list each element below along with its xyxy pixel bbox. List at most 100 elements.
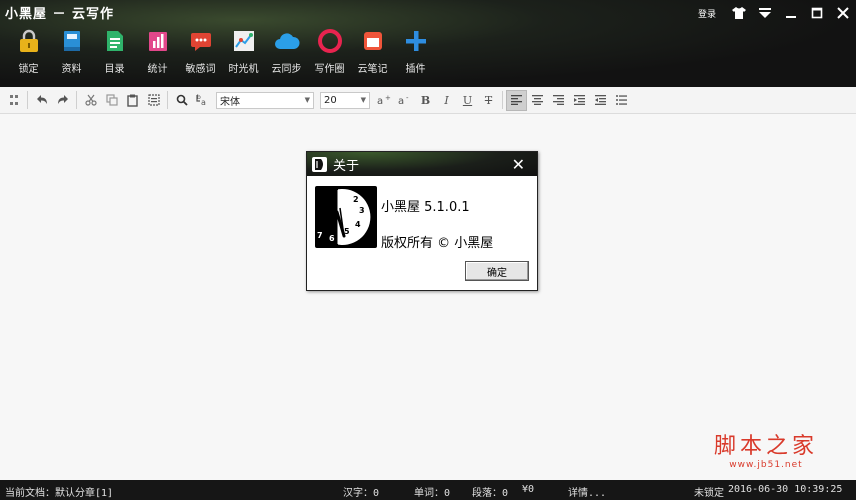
close-icon[interactable] xyxy=(830,1,856,25)
align-right-icon[interactable] xyxy=(548,90,569,111)
ok-button[interactable]: 确定 xyxy=(465,261,529,281)
toolbar-contents-button[interactable]: 目录 xyxy=(94,28,135,78)
maximize-icon[interactable] xyxy=(804,1,830,25)
lock-icon xyxy=(16,28,42,54)
font-size-value: 20 xyxy=(324,94,337,106)
note-icon xyxy=(360,28,386,54)
toolbar-plugins-label: 插件 xyxy=(405,64,426,75)
toolbar-plugins-button[interactable]: 插件 xyxy=(395,28,436,78)
divider xyxy=(27,91,28,109)
toolbar-cloud-note-button[interactable]: 云笔记 xyxy=(352,28,393,78)
outdent-icon[interactable] xyxy=(590,90,611,111)
app-title: 小黑屋 － 云写作 xyxy=(5,7,115,22)
toolbar-contents-label: 目录 xyxy=(104,64,125,75)
toolbar-cloud-sync-button[interactable]: 云同步 xyxy=(266,28,307,78)
version-text: 小黑屋 5.1.0.1 xyxy=(381,200,470,215)
decrease-font-icon[interactable]: a- xyxy=(394,90,415,111)
ring-icon xyxy=(317,28,343,54)
italic-icon[interactable]: I xyxy=(436,90,457,111)
grip-icon[interactable] xyxy=(3,90,24,111)
title-bar: 小黑屋 － 云写作 登录 锁定 资料 目录 统计 敏感词 时光机 云同步 写作圈… xyxy=(0,0,856,87)
toolbar-sensitive-words-button[interactable]: 敏感词 xyxy=(180,28,221,78)
about-dialog: 关于 ✕ 2 3 4 5 6 7 小黑屋 5.1.0.1 版权所有 © 小黑屋 … xyxy=(306,151,538,291)
indent-icon[interactable] xyxy=(569,90,590,111)
watermark-title: 脚本之家 xyxy=(713,434,818,459)
font-family-select[interactable]: 宋体 ▼ xyxy=(216,91,314,109)
paste-icon[interactable] xyxy=(122,90,143,111)
shirt-icon[interactable] xyxy=(726,1,752,25)
status-char-count: 汉字：0 xyxy=(343,488,380,499)
clock-number: 6 xyxy=(329,234,335,243)
status-datetime: 2016-06-30 10:39:25 xyxy=(728,484,843,495)
dialog-close-icon[interactable]: ✕ xyxy=(512,155,525,174)
plus-icon xyxy=(403,28,429,54)
copyright-text: 版权所有 © 小黑屋 xyxy=(381,236,494,251)
select-all-icon[interactable] xyxy=(143,90,164,111)
align-left-icon[interactable] xyxy=(506,89,527,111)
bullet-list-icon[interactable] xyxy=(611,90,632,111)
toolbar-writing-circle-button[interactable]: 写作圈 xyxy=(309,28,350,78)
svg-text:a: a xyxy=(201,98,206,106)
toolbar-lock-button[interactable]: 锁定 xyxy=(8,28,49,78)
svg-text:a: a xyxy=(377,96,383,106)
status-word-count: 单词：0 xyxy=(414,488,451,499)
watermark-url: www.jb51.net xyxy=(729,460,803,470)
bold-icon[interactable]: B xyxy=(415,90,436,111)
toolbar-stats-button[interactable]: 统计 xyxy=(137,28,178,78)
cut-icon[interactable] xyxy=(80,90,101,111)
toolbar-writing-circle-label: 写作圈 xyxy=(314,64,345,75)
divider xyxy=(76,91,77,109)
dialog-title-bar[interactable]: 关于 ✕ xyxy=(307,152,537,176)
status-bar: 当前文档：默认分章[1] 汉字：0 单词：0 段落：0 ¥0 详情... 未锁定… xyxy=(0,480,856,500)
clock-number: 7 xyxy=(317,231,323,240)
align-center-icon[interactable] xyxy=(527,90,548,111)
status-paragraph-count: 段落：0 xyxy=(472,488,509,499)
document-list-icon xyxy=(102,28,128,54)
replace-icon[interactable]: ab xyxy=(192,90,213,111)
search-icon[interactable] xyxy=(171,90,192,111)
svg-text:a: a xyxy=(398,96,404,106)
svg-text:-: - xyxy=(406,94,409,102)
toolbar-sensitive-words-label: 敏感词 xyxy=(185,64,216,75)
toolbar-time-machine-label: 时光机 xyxy=(228,64,259,75)
dialog-title: 关于 xyxy=(333,158,360,174)
app-logo-icon xyxy=(312,156,327,172)
underline-icon[interactable]: U xyxy=(457,90,478,111)
toolbar-stats-label: 统计 xyxy=(147,64,168,75)
main-toolbar: 锁定 资料 目录 统计 敏感词 时光机 云同步 写作圈 云笔记 插件 xyxy=(8,28,438,78)
book-icon xyxy=(59,28,85,54)
window-controls: 登录 xyxy=(698,0,856,26)
clock-number: 5 xyxy=(344,227,350,236)
status-current-doc: 当前文档：默认分章[1] xyxy=(5,488,114,499)
toolbar-cloud-note-label: 云笔记 xyxy=(357,64,388,75)
bar-chart-icon xyxy=(145,28,171,54)
clock-logo: 2 3 4 5 6 7 xyxy=(315,186,377,248)
format-toolbar: ab 宋体 ▼ 20 ▼ a + a- B I U T xyxy=(0,87,856,114)
clock-number: 2 xyxy=(353,195,359,204)
menu-icon[interactable] xyxy=(752,1,778,25)
toolbar-time-machine-button[interactable]: 时光机 xyxy=(223,28,264,78)
line-chart-icon xyxy=(231,28,257,54)
redo-icon[interactable] xyxy=(52,90,73,111)
font-family-value: 宋体 xyxy=(220,96,240,108)
undo-icon[interactable] xyxy=(31,90,52,111)
login-link[interactable]: 登录 xyxy=(698,7,716,20)
status-details-link[interactable]: 详情... xyxy=(568,484,606,499)
copy-icon[interactable] xyxy=(101,90,122,111)
toolbar-materials-button[interactable]: 资料 xyxy=(51,28,92,78)
toolbar-lock-label: 锁定 xyxy=(18,64,39,75)
strikethrough-icon[interactable]: T xyxy=(478,90,499,111)
cloud-icon xyxy=(274,28,300,54)
status-money: ¥0 xyxy=(522,484,535,495)
toolbar-cloud-sync-label: 云同步 xyxy=(271,64,302,75)
font-size-select[interactable]: 20 ▼ xyxy=(320,91,370,109)
divider xyxy=(502,91,503,109)
increase-font-icon[interactable]: a + xyxy=(373,90,394,111)
svg-text:+: + xyxy=(385,94,391,102)
clock-number: 3 xyxy=(359,206,365,215)
minimize-icon[interactable] xyxy=(778,1,804,25)
divider xyxy=(167,91,168,109)
clock-number: 4 xyxy=(355,220,361,229)
svg-text:b: b xyxy=(197,94,201,101)
chevron-down-icon: ▼ xyxy=(360,96,366,104)
